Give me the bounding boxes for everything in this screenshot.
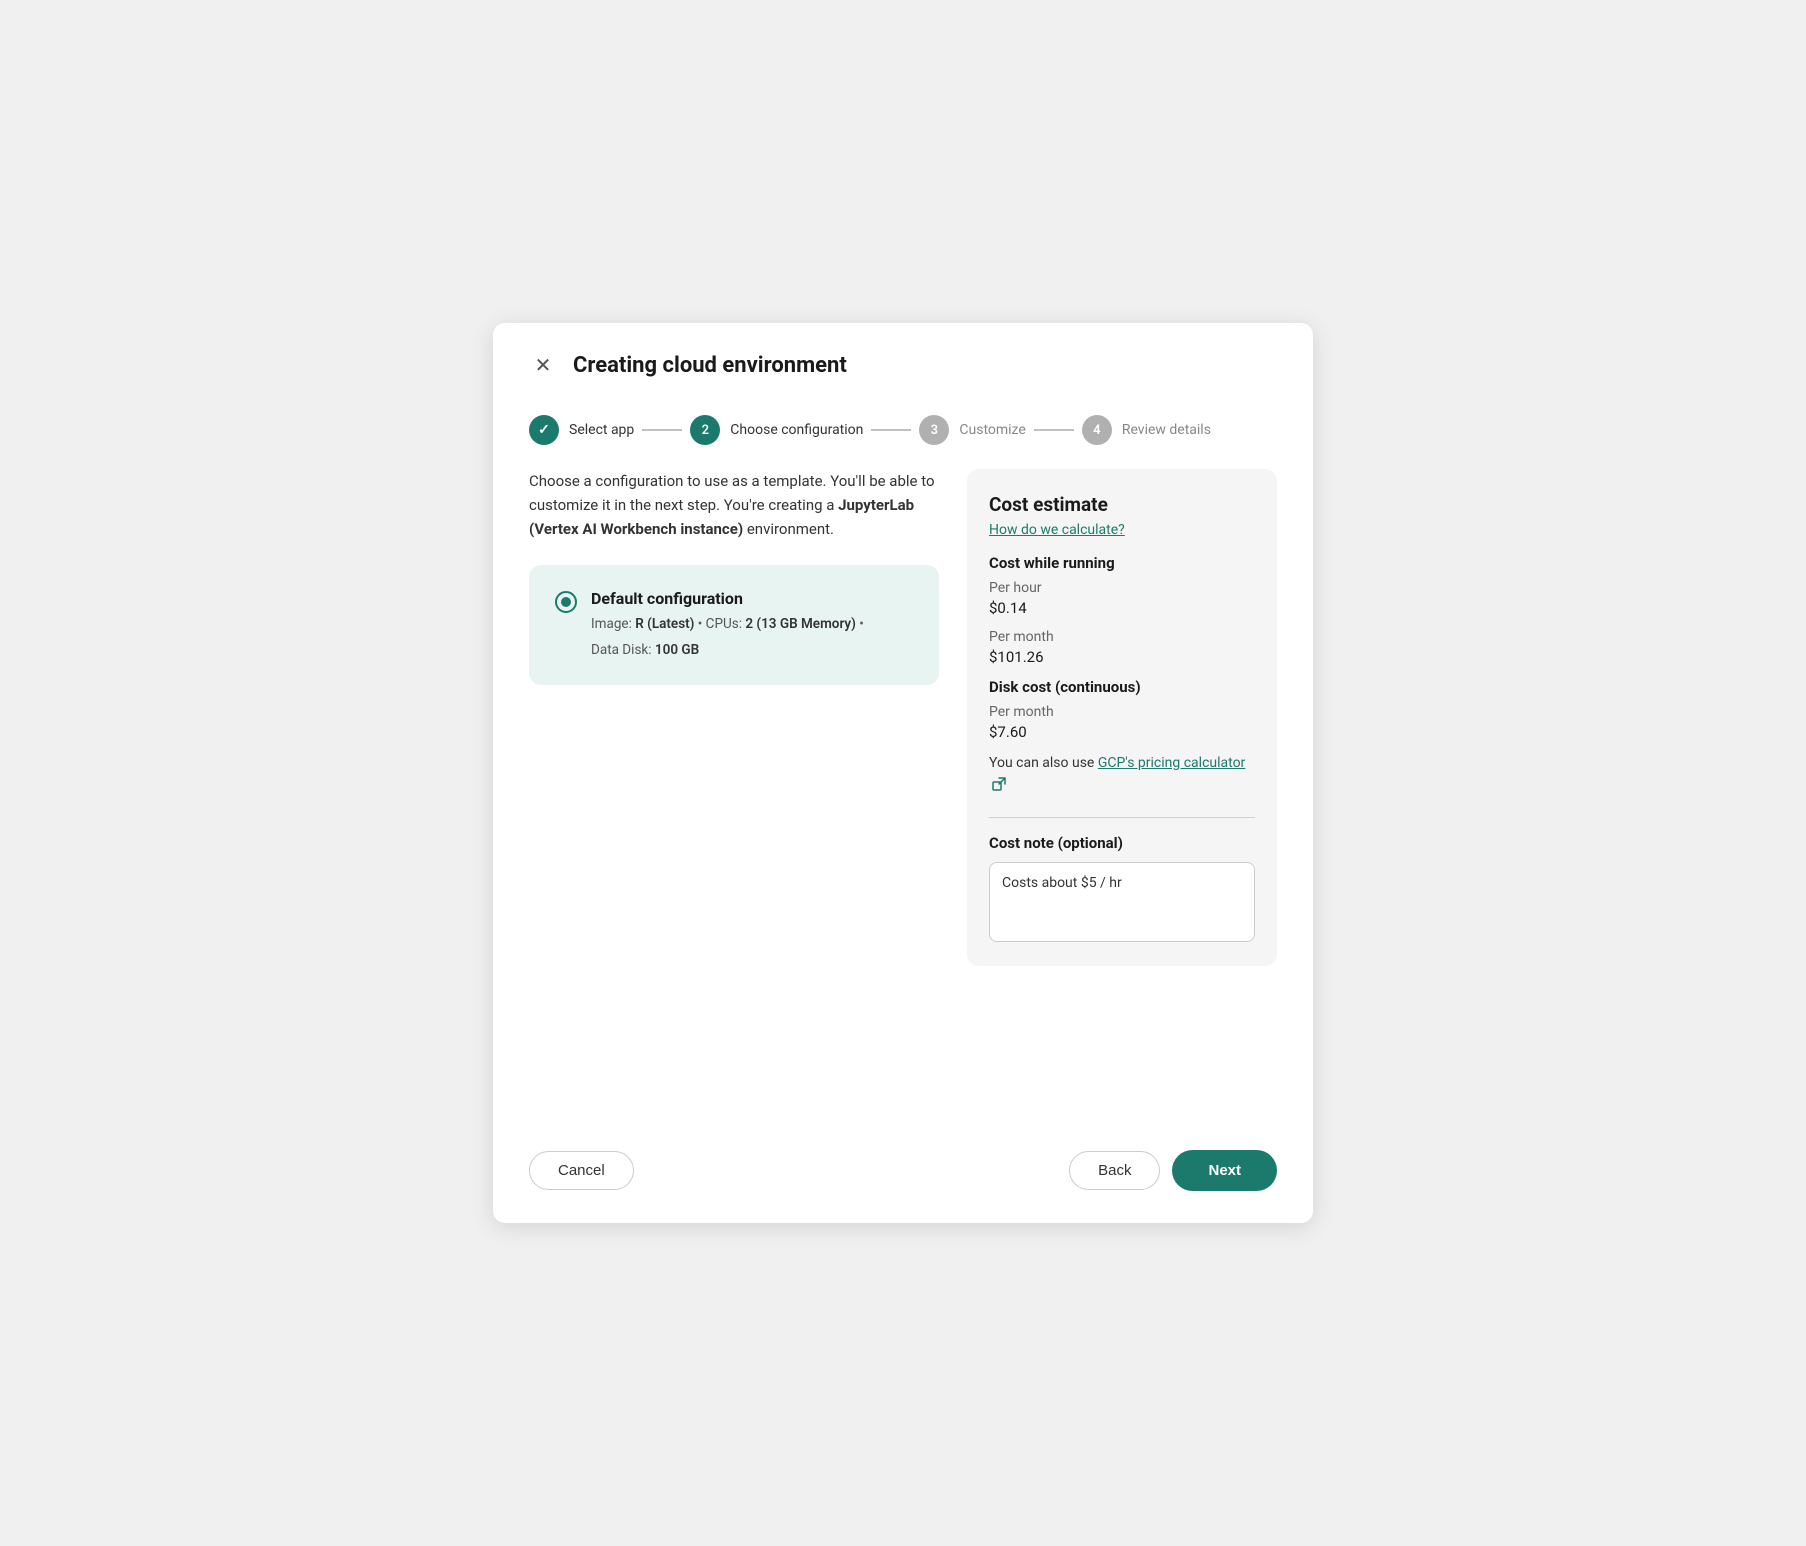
step-label-1: Select app <box>569 422 634 438</box>
step-label-2: Choose configuration <box>730 422 863 438</box>
step-circle-3: 3 <box>919 415 949 445</box>
description-suffix: environment. <box>743 520 834 538</box>
footer-right: Back Next <box>1069 1150 1277 1191</box>
per-hour-value: $0.14 <box>989 599 1255 617</box>
dialog-body: Choose a configuration to use as a templ… <box>493 469 1313 1122</box>
step-label-3: Customize <box>959 422 1025 438</box>
dialog-container: ✕ Creating cloud environment ✓ Select ap… <box>493 323 1313 1223</box>
pricing-calculator-link[interactable]: GCP's pricing calculator <box>1098 755 1245 771</box>
step-connector-1 <box>642 429 682 431</box>
back-button[interactable]: Back <box>1069 1151 1160 1190</box>
cpu-value: 2 (13 GB Memory) <box>745 616 856 632</box>
step-circle-2: 2 <box>690 415 720 445</box>
cost-title: Cost estimate <box>989 493 1255 516</box>
cost-note-input[interactable] <box>989 862 1255 942</box>
dialog-header: ✕ Creating cloud environment <box>493 323 1313 399</box>
description-text: Choose a configuration to use as a templ… <box>529 469 939 541</box>
radio-button[interactable] <box>555 591 577 613</box>
per-month-value: $101.26 <box>989 648 1255 666</box>
disk-per-month-value: $7.60 <box>989 723 1255 741</box>
disk-cost-title: Disk cost (continuous) <box>989 678 1255 696</box>
config-details-line2: Data Disk: 100 GB <box>591 640 864 660</box>
step-select-app: ✓ Select app <box>529 415 634 445</box>
cost-panel: Cost estimate How do we calculate? Cost … <box>967 469 1277 966</box>
steps-container: ✓ Select app 2 Choose configuration 3 Cu… <box>493 399 1313 469</box>
config-name: Default configuration <box>591 589 864 608</box>
dialog-footer: Cancel Back Next <box>493 1122 1313 1223</box>
side-panel: Cost estimate How do we calculate? Cost … <box>967 469 1277 1122</box>
per-month-label: Per month <box>989 629 1255 645</box>
external-link-icon <box>992 777 1006 791</box>
step-customize: 3 Customize <box>919 415 1025 445</box>
config-card[interactable]: Default configuration Image: R (Latest) … <box>529 565 939 685</box>
cpu-label: CPUs: <box>706 616 746 632</box>
disk-per-month-label: Per month <box>989 704 1255 720</box>
next-button[interactable]: Next <box>1172 1150 1277 1191</box>
step-number-4: 4 <box>1093 423 1100 438</box>
step-number-3: 3 <box>931 423 938 438</box>
disk-label: Data Disk: <box>591 642 655 658</box>
checkmark-icon: ✓ <box>538 422 550 438</box>
step-circle-1: ✓ <box>529 415 559 445</box>
config-details-line1: Image: R (Latest) • CPUs: 2 (13 GB Memor… <box>591 614 864 634</box>
per-hour-label: Per hour <box>989 580 1255 596</box>
calculate-link[interactable]: How do we calculate? <box>989 522 1255 538</box>
step-connector-2 <box>871 429 911 431</box>
disk-value: 100 GB <box>655 642 699 658</box>
bullet2: • <box>859 616 864 632</box>
step-connector-3 <box>1034 429 1074 431</box>
cancel-button[interactable]: Cancel <box>529 1151 634 1190</box>
main-content: Choose a configuration to use as a templ… <box>529 469 939 1122</box>
step-review-details: 4 Review details <box>1082 415 1211 445</box>
cost-note-title: Cost note (optional) <box>989 834 1255 852</box>
pricing-prefix: You can also use <box>989 755 1098 771</box>
cost-divider <box>989 817 1255 818</box>
image-label: Image: <box>591 616 635 632</box>
pricing-calculator-text: You can also use GCP's pricing calculato… <box>989 753 1255 795</box>
bullet1: • <box>698 616 706 632</box>
radio-inner-dot <box>561 597 571 607</box>
step-circle-4: 4 <box>1082 415 1112 445</box>
step-number-2: 2 <box>702 423 709 438</box>
step-label-4: Review details <box>1122 422 1211 438</box>
cost-running-title: Cost while running <box>989 554 1255 572</box>
dialog-title: Creating cloud environment <box>573 353 847 378</box>
config-info: Default configuration Image: R (Latest) … <box>591 589 864 661</box>
step-choose-config: 2 Choose configuration <box>690 415 863 445</box>
image-value: R (Latest) <box>635 616 694 632</box>
close-button[interactable]: ✕ <box>529 351 557 379</box>
